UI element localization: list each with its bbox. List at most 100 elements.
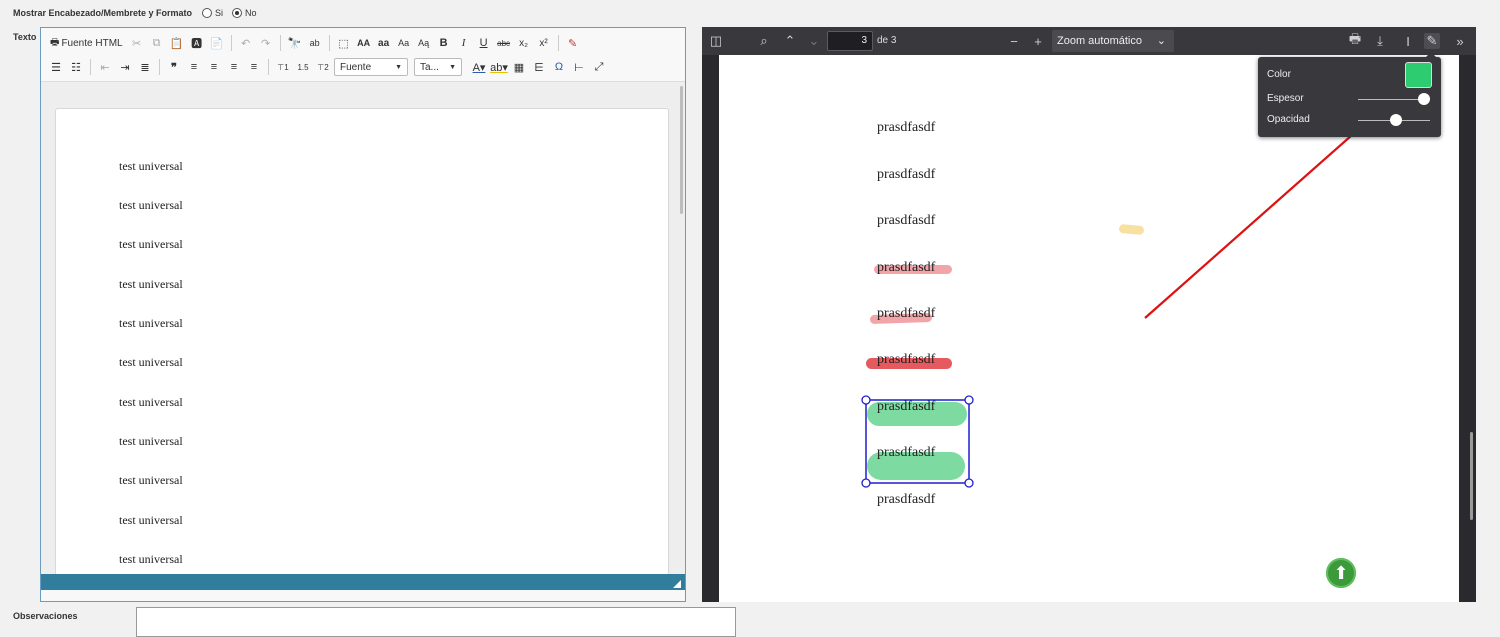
color-swatch[interactable] [1405,62,1432,88]
paste-icon[interactable]: 📋 [168,34,186,52]
subscript-icon[interactable]: x₂ [515,34,533,52]
bulleted-list-icon[interactable]: ☷ [67,58,85,76]
select-all-icon[interactable]: ⬚ [335,34,353,52]
font-family-select[interactable]: Fuente ▼ [334,58,408,76]
editor-line: test universal [119,237,183,251]
table-icon[interactable]: ▦ [510,58,528,76]
text-cursor-icon[interactable]: I [1400,33,1416,49]
observaciones-textarea[interactable] [136,607,736,637]
numbered-list-icon[interactable]: ☰ [47,58,65,76]
editor-line: test universal [119,277,183,291]
selection-handle[interactable] [861,395,871,405]
toolbar-separator [230,35,232,51]
lowercase-icon[interactable]: aa [375,34,393,52]
next-page-icon[interactable]: ⌄ [806,33,822,49]
line-height-2-icon[interactable]: ⊤2 [314,58,332,76]
copy-icon[interactable]: ⧉ [148,34,166,52]
bold-icon[interactable]: B [435,34,453,52]
outdent-icon[interactable]: ⇤ [96,58,114,76]
toolbar-separator [328,35,330,51]
uppercase-icon[interactable]: AA [355,34,373,52]
capitalize-icon[interactable]: Aa [395,34,413,52]
find-icon[interactable]: 🔭 [286,34,304,52]
bg-color-icon[interactable]: ab▾ [490,58,508,76]
editor-line: test universal [119,395,183,409]
replace-icon[interactable]: ab [306,34,324,52]
underline-icon[interactable]: U [475,34,493,52]
blockquote-icon[interactable]: ❞ [165,58,183,76]
toolbar-separator [90,59,91,75]
resize-handle-icon[interactable] [673,580,681,588]
align-left-icon[interactable]: ≡ [185,58,203,76]
observaciones-label: Observaciones [13,611,78,621]
download-icon[interactable]: ⤓ [1372,33,1388,49]
thickness-slider[interactable] [1418,93,1430,105]
selection-handle[interactable] [964,395,974,405]
chevron-down-icon: ⌄ [1156,35,1166,47]
line-height-1-icon[interactable]: ⊤1 [274,58,292,76]
zoom-in-icon[interactable]: + [1030,33,1046,49]
radio-si[interactable] [202,8,212,18]
paste-text-icon[interactable]: 🅰 [188,34,206,52]
editor-line: test universal [119,159,183,173]
draw-pencil-icon[interactable]: ✎ [1424,33,1440,49]
horizontal-rule-icon[interactable]: ⋿ [530,58,548,76]
spellcheck-icon[interactable]: Aą [415,34,433,52]
font-size-select[interactable]: Ta... ▼ [414,58,462,76]
zoom-out-icon[interactable]: − [1006,33,1022,49]
font-size-value: Ta... [420,61,439,73]
header-radio-group: Si No [202,8,257,18]
previous-page-icon[interactable]: ⌃ [782,33,798,49]
zoom-select[interactable]: Zoom automático ⌄ [1052,30,1174,52]
superscript-icon[interactable]: x² [535,34,553,52]
chevron-down-icon: ▼ [395,63,402,71]
radio-no[interactable] [232,8,243,18]
selection-handle[interactable] [861,478,871,488]
selection-handle[interactable] [964,478,974,488]
align-right-icon[interactable]: ≡ [225,58,243,76]
cut-icon[interactable]: ✂ [128,34,146,52]
pdf-page[interactable]: prasdfasdf prasdfasdf prasdfasdf prasdfa… [719,55,1459,602]
opacity-label: Opacidad [1267,114,1310,125]
show-header-label: Mostrar Encabezado/Membrete y Formato [13,8,193,18]
maximize-icon[interactable]: ⤢ [590,58,608,76]
align-justify-icon[interactable]: ≡ [245,58,263,76]
editor-scrollbar[interactable] [680,86,683,214]
editor-line: test universal [119,355,183,369]
chevron-down-icon: ▼ [449,63,456,71]
rich-text-editor: 🖶 Fuente HTML ✂ ⧉ 📋 🅰 📄 ↶ ↷ 🔭 ab ⬚ AA aa… [40,27,686,602]
page-number-input[interactable]: 3 [827,31,873,51]
pdf-toolbar: ◫ ⌕ ⌃ ⌄ 3 de 3 − + Zoom automático ⌄ 🖶 ⤓… [702,27,1476,55]
undo-icon[interactable]: ↶ [237,34,255,52]
viewer-scrollbar[interactable] [1470,432,1473,520]
search-icon[interactable]: ⌕ [756,33,772,49]
paste-word-icon[interactable]: 📄 [208,34,226,52]
line-height-15-icon[interactable]: 1.5 [294,58,312,76]
strikethrough-icon[interactable]: abc [495,34,513,52]
redo-icon[interactable]: ↷ [257,34,275,52]
source-html-button[interactable]: 🖶 Fuente HTML [47,34,126,52]
text-color-icon[interactable]: A▾ [470,58,488,76]
editor-page[interactable]: test universal test universal test unive… [55,108,669,574]
sidebar-toggle-icon[interactable]: ◫ [708,33,724,49]
thickness-label: Espesor [1267,93,1304,104]
editor-toolbar-row-1: 🖶 Fuente HTML ✂ ⧉ 📋 🅰 📄 ↶ ↷ 🔭 ab ⬚ AA aa… [47,33,582,53]
editor-line: test universal [119,198,183,212]
justify-block-icon[interactable]: ≣ [136,58,154,76]
print-icon[interactable]: 🖶 [1347,31,1363,49]
editor-content-area[interactable]: test universal test universal test unive… [41,81,685,574]
pdf-viewer: ◫ ⌕ ⌃ ⌄ 3 de 3 − + Zoom automático ⌄ 🖶 ⤓… [702,27,1476,602]
page-break-icon[interactable]: ⊢ [570,58,588,76]
page-total: de 3 [877,35,897,46]
toolbar-separator [557,35,559,51]
selection-box[interactable] [865,399,970,484]
editor-line: test universal [119,473,183,487]
special-char-icon[interactable]: Ω [550,58,568,76]
remove-format-icon[interactable]: ✎ [564,34,582,52]
indent-icon[interactable]: ⇥ [116,58,134,76]
scroll-up-icon[interactable]: ⬆ [1326,558,1356,588]
italic-icon[interactable]: I [455,34,473,52]
more-tools-icon[interactable]: » [1452,33,1468,49]
opacity-slider[interactable] [1390,114,1402,126]
align-center-icon[interactable]: ≡ [205,58,223,76]
